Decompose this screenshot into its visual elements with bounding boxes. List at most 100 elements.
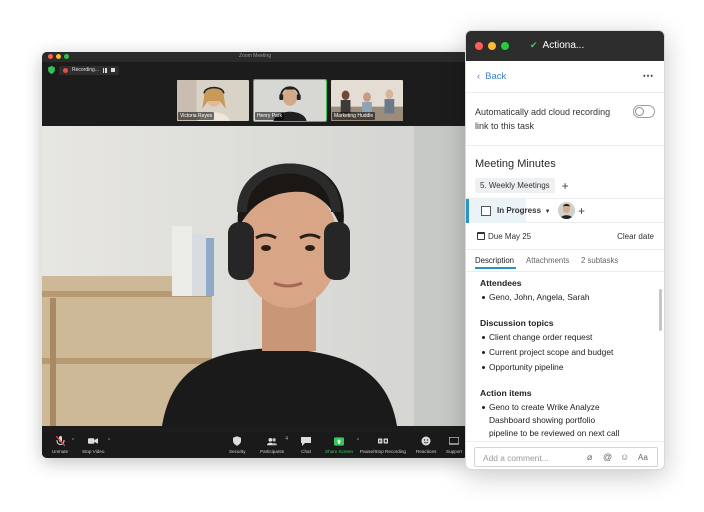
meeting-controls-toolbar: ^ Unmute ^ Stop Video Security 4 Partici… <box>42 432 468 458</box>
panel-window-controls <box>475 42 509 50</box>
speaker-video-frame <box>42 126 468 426</box>
participant-name: Henry Park <box>255 112 285 120</box>
avatar-image <box>558 202 575 219</box>
back-button[interactable]: ‹ Back <box>477 71 506 82</box>
active-tab-indicator <box>475 267 516 269</box>
caret-down-icon: ▼ <box>543 209 551 215</box>
action-items-heading: Action items <box>480 388 532 398</box>
due-date-row: Due May 25 Clear date <box>466 224 664 250</box>
discussion-list-item: Opportunity pipeline <box>482 362 564 372</box>
clear-date-button[interactable]: Clear date <box>617 232 654 241</box>
status-label: In Progress ▼ <box>497 206 551 215</box>
support-label: Support <box>446 449 463 454</box>
unmute-label: Unmute <box>52 449 69 454</box>
comment-placeholder: Add a comment... <box>483 453 549 463</box>
chevron-left-icon: ‹ <box>477 71 481 82</box>
description-content[interactable]: Attendees Geno, John, Angela, Sarah Disc… <box>466 272 656 440</box>
stop-video-button[interactable]: ^ Stop Video <box>82 436 110 454</box>
participants-count: 4 <box>285 436 289 442</box>
share-screen-button[interactable]: ^ Share Screen <box>325 436 359 454</box>
checkmark-icon: ✔ <box>530 40 538 50</box>
participant-name: Victoria Reyes <box>178 112 215 120</box>
tab-subtasks[interactable]: 2 subtasks <box>581 256 618 265</box>
zoom-titlebar: Zoom Meeting <box>42 52 468 62</box>
zoom-window-title: Zoom Meeting <box>239 53 271 59</box>
emoji-icon[interactable]: ☺ <box>620 452 629 462</box>
main-speaker-video <box>42 126 468 426</box>
shield-icon[interactable] <box>48 66 55 74</box>
chat-button[interactable]: Chat <box>301 436 311 454</box>
status-row: In Progress ▼ + <box>466 198 664 223</box>
discussion-list-item: Client change order request <box>481 332 593 342</box>
task-tabs: Description Attachments 2 subtasks <box>466 253 664 271</box>
pause-stop-icon <box>377 436 388 446</box>
panel-titlebar: ✔ Actiona... <box>466 31 664 61</box>
add-assignee-icon[interactable]: + <box>578 204 585 218</box>
pause-icon[interactable] <box>102 67 107 73</box>
discussion-heading: Discussion topics <box>480 318 554 328</box>
toggle-knob <box>635 107 644 116</box>
reactions-icon <box>421 436 431 446</box>
attendees-heading: Attendees <box>480 278 522 288</box>
participant-thumbnails: Victoria Reyes Henry Park Marketing Hudd… <box>176 79 404 122</box>
participant-thumb[interactable]: Marketing Huddle <box>330 79 404 122</box>
panel-title: ✔ Actiona... <box>530 40 584 51</box>
security-label: Security <box>229 449 246 454</box>
tab-attachments[interactable]: Attachments <box>526 256 569 265</box>
chat-label: Chat <box>301 449 311 454</box>
panel-maximize-button[interactable] <box>501 42 509 50</box>
status-checkbox[interactable] <box>481 206 491 216</box>
text-format-icon[interactable]: Aa <box>638 453 648 462</box>
attachment-icon[interactable]: ⌀ <box>587 452 592 463</box>
comment-row: Add a comment... ⌀ @ ☺ Aa <box>466 441 664 469</box>
chevron-up-icon[interactable]: ^ <box>72 438 74 444</box>
back-label: Back <box>485 71 507 82</box>
status-selector[interactable]: In Progress ▼ <box>466 199 551 223</box>
mention-icon[interactable]: @ <box>603 452 612 462</box>
chat-icon <box>301 436 311 446</box>
auto-recording-row: Automatically add cloud recording link t… <box>466 94 664 146</box>
stop-video-label: Stop Video <box>82 449 105 454</box>
participant-thumb-active[interactable]: Henry Park <box>253 79 327 122</box>
action-list-item: Geno to create Wrike Analyze <box>482 402 600 412</box>
auto-recording-text: Automatically add cloud recording link t… <box>475 107 611 131</box>
support-button[interactable]: Support <box>446 436 462 454</box>
add-folder-icon[interactable]: + <box>562 180 569 192</box>
share-screen-label: Share Screen <box>325 449 354 454</box>
tab-description[interactable]: Description <box>475 256 514 265</box>
action-list-item-continued: Dashboard showing portfolio <box>489 415 596 425</box>
video-camera-icon <box>88 436 99 446</box>
assignee-avatar[interactable] <box>558 202 575 219</box>
chevron-up-icon[interactable]: ^ <box>357 438 359 444</box>
participant-thumb[interactable]: Victoria Reyes <box>176 79 250 122</box>
participants-label: Participants <box>260 449 285 454</box>
pause-stop-recording-button[interactable]: Pause/Stop Recording <box>360 436 406 454</box>
stop-icon[interactable] <box>110 68 115 72</box>
wrike-task-panel: ✔ Actiona... ‹ Back ⋯ Automatically add … <box>465 30 665 470</box>
description-scrollbar[interactable] <box>659 289 662 331</box>
due-date[interactable]: Due May 25 <box>488 232 531 241</box>
shield-icon <box>232 436 242 446</box>
panel-title-text: Actiona... <box>542 40 585 51</box>
more-options-icon[interactable]: ⋯ <box>643 69 655 82</box>
chevron-up-icon[interactable]: ^ <box>108 438 110 444</box>
participants-button[interactable]: 4 Participants <box>260 436 288 454</box>
reactions-button[interactable]: Reactions <box>416 436 436 454</box>
security-button[interactable]: Security <box>229 436 246 454</box>
comment-input[interactable]: Add a comment... ⌀ @ ☺ Aa <box>474 447 658 467</box>
unmute-button[interactable]: ^ Unmute <box>52 436 74 454</box>
panel-close-button[interactable] <box>475 42 483 50</box>
folder-row: 5. Weekly Meetings + <box>475 178 569 193</box>
recording-bar: Recording... <box>48 65 119 75</box>
panel-minimize-button[interactable] <box>488 42 496 50</box>
recording-indicator: Recording... <box>59 65 119 75</box>
task-title[interactable]: Meeting Minutes <box>475 158 556 170</box>
participant-name: Marketing Huddle <box>332 112 376 120</box>
status-value: In Progress <box>497 206 542 215</box>
participants-icon <box>267 436 277 446</box>
action-list-item-continued: pipeline to be reviewed on next call <box>489 428 620 438</box>
auto-recording-toggle[interactable] <box>633 105 655 118</box>
folder-tag[interactable]: 5. Weekly Meetings <box>475 178 555 193</box>
recording-label: Recording... <box>72 67 99 73</box>
calendar-icon <box>477 232 485 240</box>
